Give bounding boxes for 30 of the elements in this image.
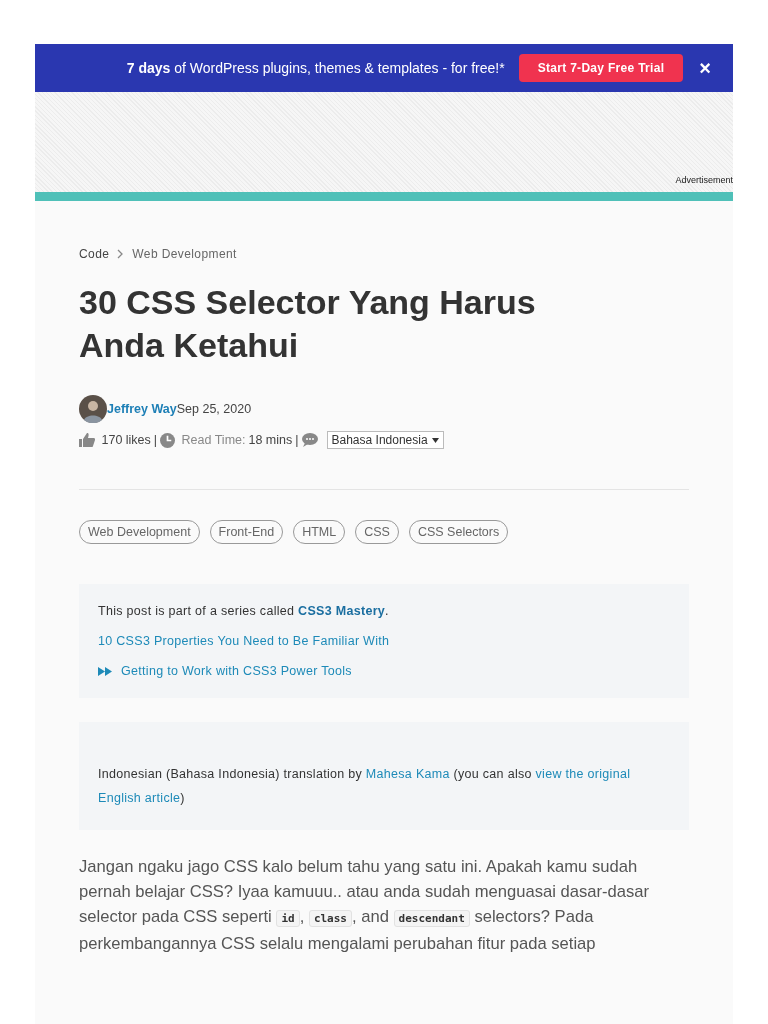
clock-icon xyxy=(160,432,176,448)
publish-date: Sep 25, 2020 xyxy=(176,402,252,416)
read-time: 18 mins xyxy=(248,433,293,447)
intro-paragraph: Jangan ngaku jago CSS kalo belum tahu yang satu ini. Apakah kamu sudah pernah belajar CSS? Iyaa kamuuu.. atau anda sudah menguasai dasar-dasar selector pada CSS seperti id , class , and descendant selectors? Pada perkembangannya CSS selalu mengalami perubahan fitur pada setiap xyxy=(79,856,651,955)
author-link[interactable]: Jeffrey Way xyxy=(107,402,177,416)
chevron-icon xyxy=(117,249,125,259)
separator: | xyxy=(295,433,299,447)
promo-text: 7 days of WordPress plugins, themes & templates - for free!* xyxy=(126,60,505,76)
read-time-label: Read Time: xyxy=(180,433,246,447)
breadcrumb-link[interactable]: Web Development xyxy=(132,247,237,261)
series-item-link[interactable]: 10 CSS3 Properties You Need to Be Familiar With xyxy=(98,634,390,648)
likes-count: 170 likes xyxy=(100,433,151,447)
language-select[interactable]: Bahasa Indonesia xyxy=(326,431,444,449)
translation-note: Indonesian (Bahasa Indonesia) translation by Mahesa Kama (you can also view the original English article) xyxy=(98,766,632,807)
translation-link[interactable]: English article xyxy=(98,791,181,805)
article-title: 30 CSS Selector Yang Harus Anda Ketahui xyxy=(79,282,537,366)
advertisement-label: Advertisement xyxy=(675,175,733,185)
separator: | xyxy=(153,433,158,447)
series-item-link[interactable]: Getting to Work with CSS3 Power Tools xyxy=(121,664,352,678)
translation-link[interactable]: Mahesa Kama xyxy=(365,767,450,781)
avatar xyxy=(79,395,107,423)
close-button[interactable]: × xyxy=(697,56,713,80)
caret-icon xyxy=(431,437,439,443)
series-intro: This post is part of a series called CSS3 Mastery. xyxy=(98,604,390,618)
breadcrumb-link[interactable]: Code xyxy=(79,247,110,261)
series-link[interactable]: CSS3 Mastery xyxy=(298,604,386,618)
free-trial-button[interactable]: Start 7-Day Free Trial xyxy=(518,54,684,82)
translation-link[interactable]: view the original xyxy=(535,767,631,781)
speech-bubble-icon xyxy=(301,433,318,447)
thumbs-up-icon xyxy=(79,433,95,447)
